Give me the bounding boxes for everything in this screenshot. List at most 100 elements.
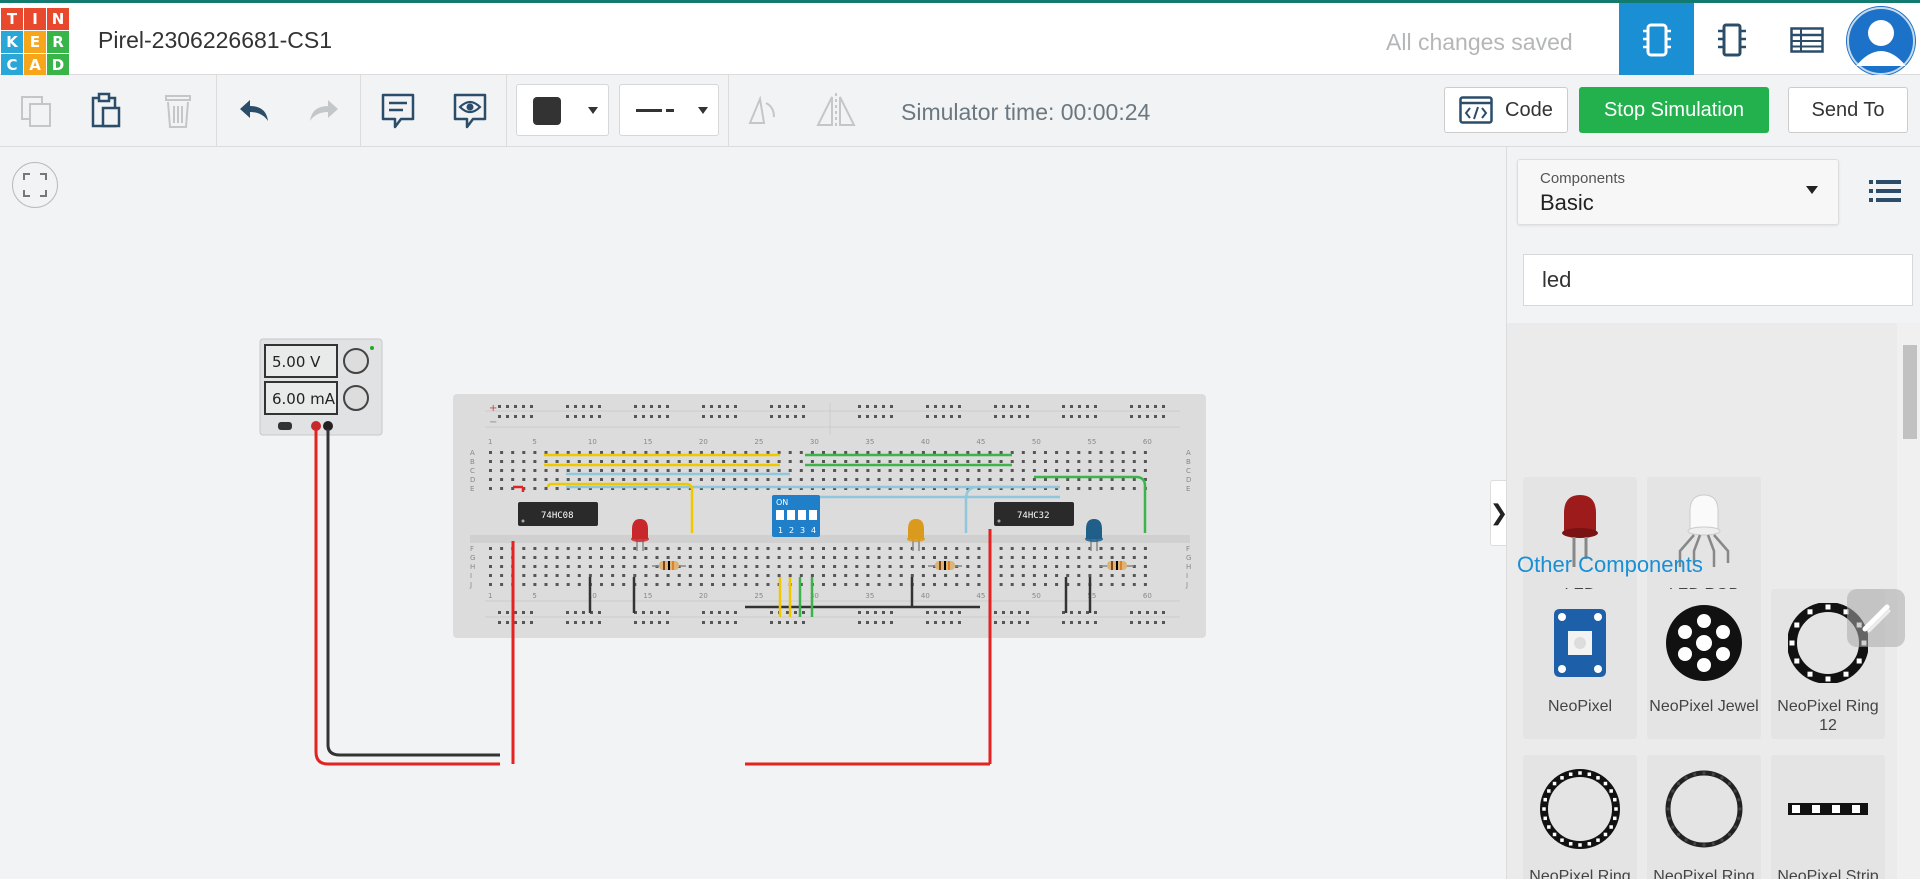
component-card-neopixel-jewel[interactable]: NeoPixel Jewel — [1647, 589, 1761, 739]
logo-letter: A — [24, 54, 46, 76]
column-number: 40 — [921, 592, 930, 600]
delete-button[interactable] — [156, 89, 200, 133]
neopixel-icon — [1554, 609, 1606, 677]
row-letter: I — [470, 572, 472, 580]
column-number: 15 — [643, 592, 652, 600]
chevron-down-icon — [698, 107, 708, 114]
chip-icon — [1717, 23, 1746, 56]
redo-button[interactable] — [302, 89, 346, 133]
stop-simulation-button[interactable]: Stop Simulation — [1579, 87, 1769, 133]
flip-button[interactable] — [814, 89, 858, 133]
component-card-label: NeoPixel Strip — [1777, 868, 1879, 879]
psu-voltage-display: 5.00 V — [272, 353, 321, 371]
user-avatar[interactable] — [1846, 6, 1916, 76]
table-icon — [1789, 26, 1824, 53]
row-letter: B — [1186, 458, 1191, 466]
voltage-knob[interactable] — [343, 348, 369, 374]
component-card-neopixel-ring-24[interactable]: NeoPixel Ring — [1523, 755, 1637, 879]
row-letter: C — [470, 467, 475, 475]
logo-letter: N — [47, 8, 69, 30]
list-view-button[interactable] — [1869, 179, 1901, 203]
row-letter: F — [1186, 545, 1190, 553]
component-search-input[interactable] — [1523, 254, 1913, 306]
quick-action-button[interactable] — [1847, 589, 1905, 647]
switch-on-label: ON — [776, 498, 788, 507]
copy-button[interactable] — [14, 89, 58, 133]
logo-letter: D — [47, 54, 69, 76]
components-category-select[interactable]: Components Basic — [1517, 159, 1839, 225]
top-header: TIN KER CAD Pirel-2306226681-CS1 All chang… — [0, 0, 1920, 76]
logo-letter: R — [47, 31, 69, 53]
power-supply[interactable]: 5.00 V 6.00 mA — [259, 338, 383, 436]
row-letter: E — [470, 485, 474, 493]
paste-button[interactable] — [84, 89, 128, 133]
switch-number: 2 — [789, 526, 794, 535]
undo-button[interactable] — [232, 89, 276, 133]
neopixel-strip-icon — [1788, 803, 1868, 815]
user-icon — [1847, 7, 1915, 75]
tinkercad-logo[interactable]: TIN KER CAD — [0, 7, 69, 76]
chevron-down-icon — [588, 107, 598, 114]
row-letter: J — [469, 581, 472, 589]
circuit-diagram[interactable]: 5.00 V 6.00 mA + − 115510101515202025253… — [0, 147, 1490, 879]
component-card-neopixel-strip[interactable]: NeoPixel Strip — [1771, 755, 1885, 879]
row-letter: C — [1186, 467, 1191, 475]
column-number: 15 — [643, 438, 652, 446]
row-letter: F — [470, 545, 474, 553]
component-card-neopixel-ring-16[interactable]: NeoPixel Ring — [1647, 755, 1761, 879]
scrollbar-thumb[interactable] — [1903, 345, 1917, 439]
logo-letter: I — [24, 8, 46, 30]
wire-style-icon — [636, 109, 662, 112]
toolbar-divider — [728, 75, 729, 147]
workplane-canvas[interactable]: 5.00 V 6.00 mA + − 1 1 5 5 10 10 15 15 20 20 25 25 3… — [0, 147, 1508, 879]
column-number: 60 — [1143, 592, 1152, 600]
row-letter: A — [1186, 449, 1191, 457]
toolbar-divider — [506, 75, 507, 147]
chip-74hc32[interactable]: 74HC32 — [994, 502, 1074, 526]
column-number: 10 — [588, 438, 597, 446]
notes-visibility-button[interactable] — [448, 89, 492, 133]
column-number: 40 — [921, 438, 930, 446]
column-number: 45 — [976, 438, 985, 446]
component-card-label: NeoPixel — [1547, 698, 1613, 715]
switch-number: 1 — [778, 526, 783, 535]
row-letter: E — [1186, 485, 1190, 493]
send-to-button[interactable]: Send To — [1788, 87, 1908, 133]
slash-icon — [1862, 604, 1891, 633]
simulator-time: Simulator time: 00:00:24 — [901, 99, 1151, 125]
code-button[interactable]: Code — [1444, 87, 1568, 133]
flip-icon — [816, 93, 856, 129]
circuit-view-button[interactable] — [1619, 3, 1694, 76]
wire-type-picker[interactable] — [619, 84, 719, 136]
code-button-label: Code — [1505, 98, 1553, 121]
column-number: 5 — [532, 438, 536, 446]
dip-switch[interactable]: ON 1234 — [772, 495, 820, 537]
schematic-view-button[interactable] — [1694, 3, 1769, 76]
column-number: 45 — [976, 592, 985, 600]
column-number: 35 — [865, 592, 874, 600]
component-list-view-button[interactable] — [1769, 3, 1844, 76]
neopixel-ring-24-icon — [1540, 769, 1620, 849]
toolbar: Simulator time: 00:00:24 Code Stop Simul… — [0, 75, 1920, 147]
chip-74hc08[interactable]: 74HC08 — [518, 502, 598, 526]
row-letter: G — [1186, 554, 1191, 562]
note-icon — [381, 93, 415, 129]
component-card-label: NeoPixel Ring 12 — [1777, 698, 1879, 734]
save-status: All changes saved — [1386, 29, 1573, 55]
current-knob[interactable] — [343, 385, 369, 411]
color-picker[interactable] — [516, 84, 609, 136]
row-letter: I — [1186, 572, 1188, 580]
logo-letter: T — [1, 8, 23, 30]
column-number: 50 — [1032, 438, 1041, 446]
component-card-neopixel[interactable]: NeoPixel — [1523, 589, 1637, 739]
rotate-button[interactable] — [740, 89, 784, 133]
components-select-label: Components — [1540, 170, 1626, 187]
wire-style-icon-dash — [666, 109, 674, 112]
notes-button[interactable] — [376, 89, 420, 133]
undo-icon — [240, 100, 268, 121]
chevron-down-icon — [1806, 186, 1818, 194]
project-title[interactable]: Pirel-2306226681-CS1 — [98, 27, 332, 54]
neopixel-ring-16-icon — [1665, 770, 1743, 848]
trash-icon — [165, 95, 191, 128]
column-number: 50 — [1032, 592, 1041, 600]
